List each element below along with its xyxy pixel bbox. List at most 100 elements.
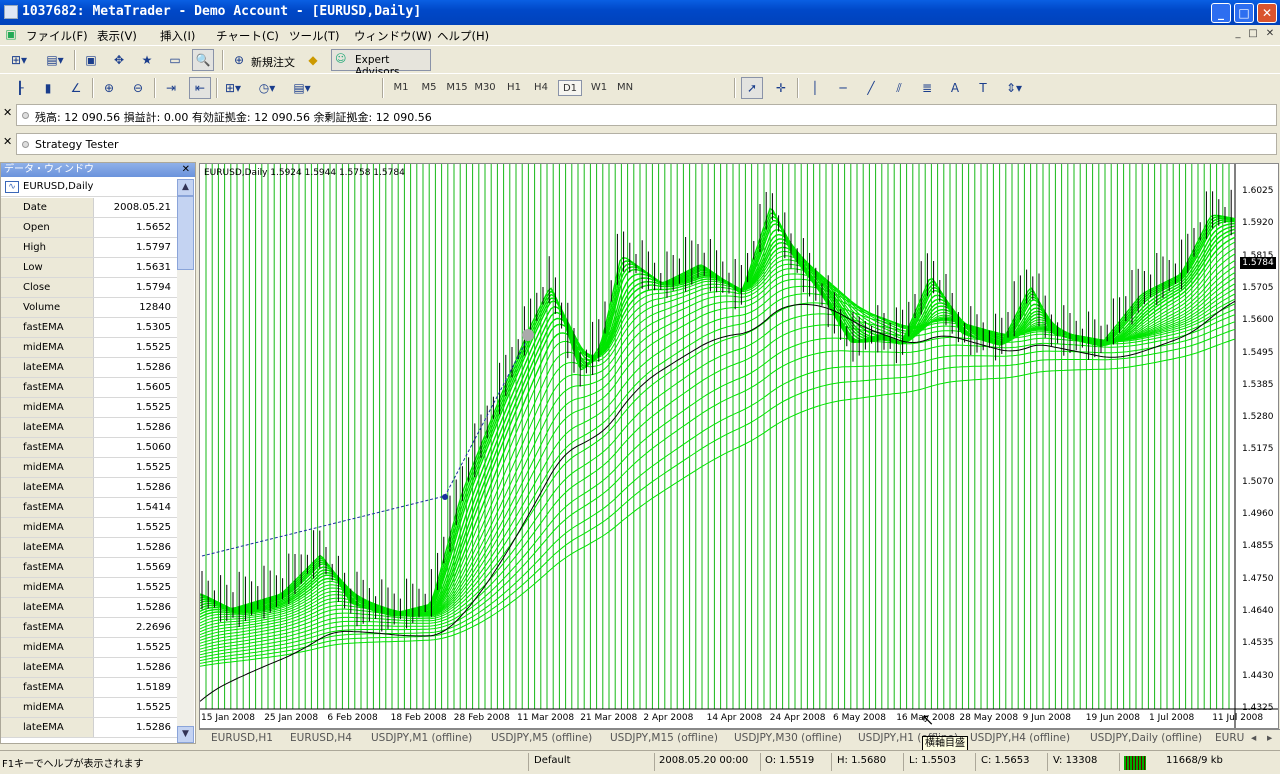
tf-d1[interactable]: D1: [558, 80, 582, 96]
tester-panel-close-icon[interactable]: ✕: [3, 135, 12, 148]
chart-shift-icon[interactable]: ⇤: [189, 77, 211, 99]
status-traffic: 11668/9 kb: [1166, 755, 1223, 766]
data-row-label: lateEMA: [1, 598, 94, 617]
bar-chart-icon[interactable]: ┠: [9, 77, 31, 99]
scroll-up-icon[interactable]: ▲: [177, 179, 194, 196]
child-window-icon[interactable]: ▣: [4, 27, 18, 41]
expert-advisors-button[interactable]: ☺ Expert Advisors: [331, 49, 431, 78]
menu-file[interactable]: ファイル(F): [26, 28, 88, 44]
account-info-box: 残高: 12 090.56 損益計: 0.00 有効証拠金: 12 090.56…: [16, 104, 1277, 126]
tab-euru[interactable]: EURU: [1215, 732, 1244, 744]
maximize-button[interactable]: □: [1234, 3, 1254, 23]
data-row-label-text: fastEMA: [23, 562, 64, 573]
data-row-label-text: Open: [23, 222, 50, 233]
mdi-close-button[interactable]: ✕: [1263, 27, 1277, 41]
price-tick-label: 1.4535: [1242, 638, 1274, 649]
candlestick-icon[interactable]: ▮: [37, 77, 59, 99]
price-chart[interactable]: EURUSD,Daily 1.5924 1.5944 1.5758 1.5784…: [199, 163, 1279, 729]
menu-tools[interactable]: ツール(T): [289, 28, 340, 44]
mdi-minimize-button[interactable]: _: [1231, 27, 1245, 41]
price-tick-label: 1.5705: [1242, 282, 1274, 293]
strategy-tester-icon[interactable]: 🔍: [192, 49, 214, 71]
tab-usdjpy-m1[interactable]: USDJPY,M1 (offline): [371, 732, 472, 744]
menu-view[interactable]: 表示(V): [97, 28, 137, 44]
tab-usdjpy-m15[interactable]: USDJPY,M15 (offline): [610, 732, 718, 744]
data-row-value: 1.5631: [136, 262, 171, 273]
zoom-in-icon[interactable]: ⊕: [98, 77, 120, 99]
minimize-button[interactable]: _: [1211, 3, 1231, 23]
trendline-icon[interactable]: ╱: [860, 77, 882, 99]
data-row-value: 1.5286: [136, 422, 171, 433]
menu-window[interactable]: ウィンドウ(W): [354, 28, 432, 44]
new-order-icon[interactable]: ⊕: [228, 49, 250, 71]
indicators-icon[interactable]: ⊞▾: [222, 77, 244, 99]
mdi-restore-button[interactable]: □: [1246, 27, 1260, 41]
crosshair-icon[interactable]: ✛: [770, 77, 792, 99]
tf-h1[interactable]: H1: [502, 80, 526, 96]
data-row: Volume 12840: [1, 298, 177, 318]
tester-box[interactable]: Strategy Tester: [16, 133, 1277, 155]
data-row: ffastEMA1.5605: [1, 378, 177, 398]
text-icon[interactable]: A: [944, 77, 966, 99]
menu-insert[interactable]: 挿入(I): [160, 28, 195, 44]
data-row: Low 1.5631: [1, 258, 177, 278]
data-row-value: 1.5797: [136, 242, 171, 253]
data-row-label: midEMA: [1, 638, 94, 657]
account-panel: ✕ 残高: 12 090.56 損益計: 0.00 有効証拠金: 12 090.…: [0, 102, 1280, 130]
autoscroll-icon[interactable]: ⇥: [160, 77, 182, 99]
tf-h4[interactable]: H4: [529, 80, 553, 96]
tab-usdjpy-m30[interactable]: USDJPY,M30 (offline): [734, 732, 842, 744]
profiles-icon[interactable]: ▤▾: [44, 49, 66, 71]
data-row-label: Close: [1, 278, 94, 297]
fibonacci-icon[interactable]: ≣: [916, 77, 938, 99]
tf-mn[interactable]: MN: [613, 80, 637, 96]
templates-icon[interactable]: ▤▾: [291, 77, 313, 99]
data-window-scrollbar[interactable]: ▲ ▼: [177, 179, 194, 743]
new-order-button[interactable]: 新規注文: [251, 54, 295, 70]
metaeditor-icon[interactable]: ◆: [302, 49, 324, 71]
tab-eurusd-h4[interactable]: EURUSD,H4: [290, 732, 352, 744]
date-tick-label: 18 Feb 2008: [390, 713, 447, 723]
scroll-down-icon[interactable]: ▼: [177, 726, 194, 743]
horizontal-line-icon[interactable]: ─: [832, 77, 854, 99]
close-button[interactable]: ✕: [1257, 3, 1277, 23]
scroll-thumb[interactable]: [177, 196, 194, 270]
data-window-icon[interactable]: ✥: [108, 49, 130, 71]
tf-m15[interactable]: M15: [445, 80, 469, 96]
tab-usdjpy-m5[interactable]: USDJPY,M5 (offline): [491, 732, 592, 744]
tab-eurusd-h1[interactable]: EURUSD,H1: [211, 732, 273, 744]
navigator-icon[interactable]: ★: [136, 49, 158, 71]
tab-usdjpy-h4[interactable]: USDJPY,H4 (offline): [970, 732, 1070, 744]
date-tick-label: 25 Jan 2008: [264, 713, 319, 723]
data-row-value: 2008.05.21: [113, 202, 171, 213]
tester-label: Strategy Tester: [35, 138, 119, 151]
data-row: flateEMA1.5286: [1, 418, 177, 438]
line-chart-icon[interactable]: ∠: [65, 77, 87, 99]
text-label-icon[interactable]: T: [972, 77, 994, 99]
market-watch-icon[interactable]: ▣: [80, 49, 102, 71]
window-title: 1037682: MetaTrader - Demo Account - [EU…: [22, 4, 422, 19]
chart-canvas[interactable]: [199, 164, 1278, 728]
tab-usdjpy-daily[interactable]: USDJPY,Daily (offline): [1090, 732, 1202, 744]
vertical-line-icon[interactable]: │: [804, 77, 826, 99]
tab-scroll-left-icon[interactable]: ◂: [1251, 732, 1256, 744]
account-panel-close-icon[interactable]: ✕: [3, 106, 12, 119]
terminal-icon[interactable]: ▭: [164, 49, 186, 71]
new-chart-icon[interactable]: ⊞▾: [8, 49, 30, 71]
data-row-label-text: High: [23, 242, 46, 253]
tf-m5[interactable]: M5: [417, 80, 441, 96]
menu-chart[interactable]: チャート(C): [216, 28, 279, 44]
data-row-label: Date: [1, 198, 94, 217]
periods-icon[interactable]: ◷▾: [256, 77, 278, 99]
data-row-label-text: lateEMA: [23, 482, 64, 493]
zoom-out-icon[interactable]: ⊖: [127, 77, 149, 99]
arrows-icon[interactable]: ⇕▾: [1003, 77, 1025, 99]
tf-m30[interactable]: M30: [473, 80, 497, 96]
data-window-close-icon[interactable]: ✕: [182, 163, 190, 177]
tf-m1[interactable]: M1: [389, 80, 413, 96]
tab-scroll-right-icon[interactable]: ▸: [1267, 732, 1272, 744]
cursor-icon[interactable]: ➚: [741, 77, 763, 99]
menu-help[interactable]: ヘルプ(H): [437, 28, 489, 44]
equidistant-channel-icon[interactable]: ⫽: [888, 77, 910, 99]
tf-w1[interactable]: W1: [587, 80, 611, 96]
